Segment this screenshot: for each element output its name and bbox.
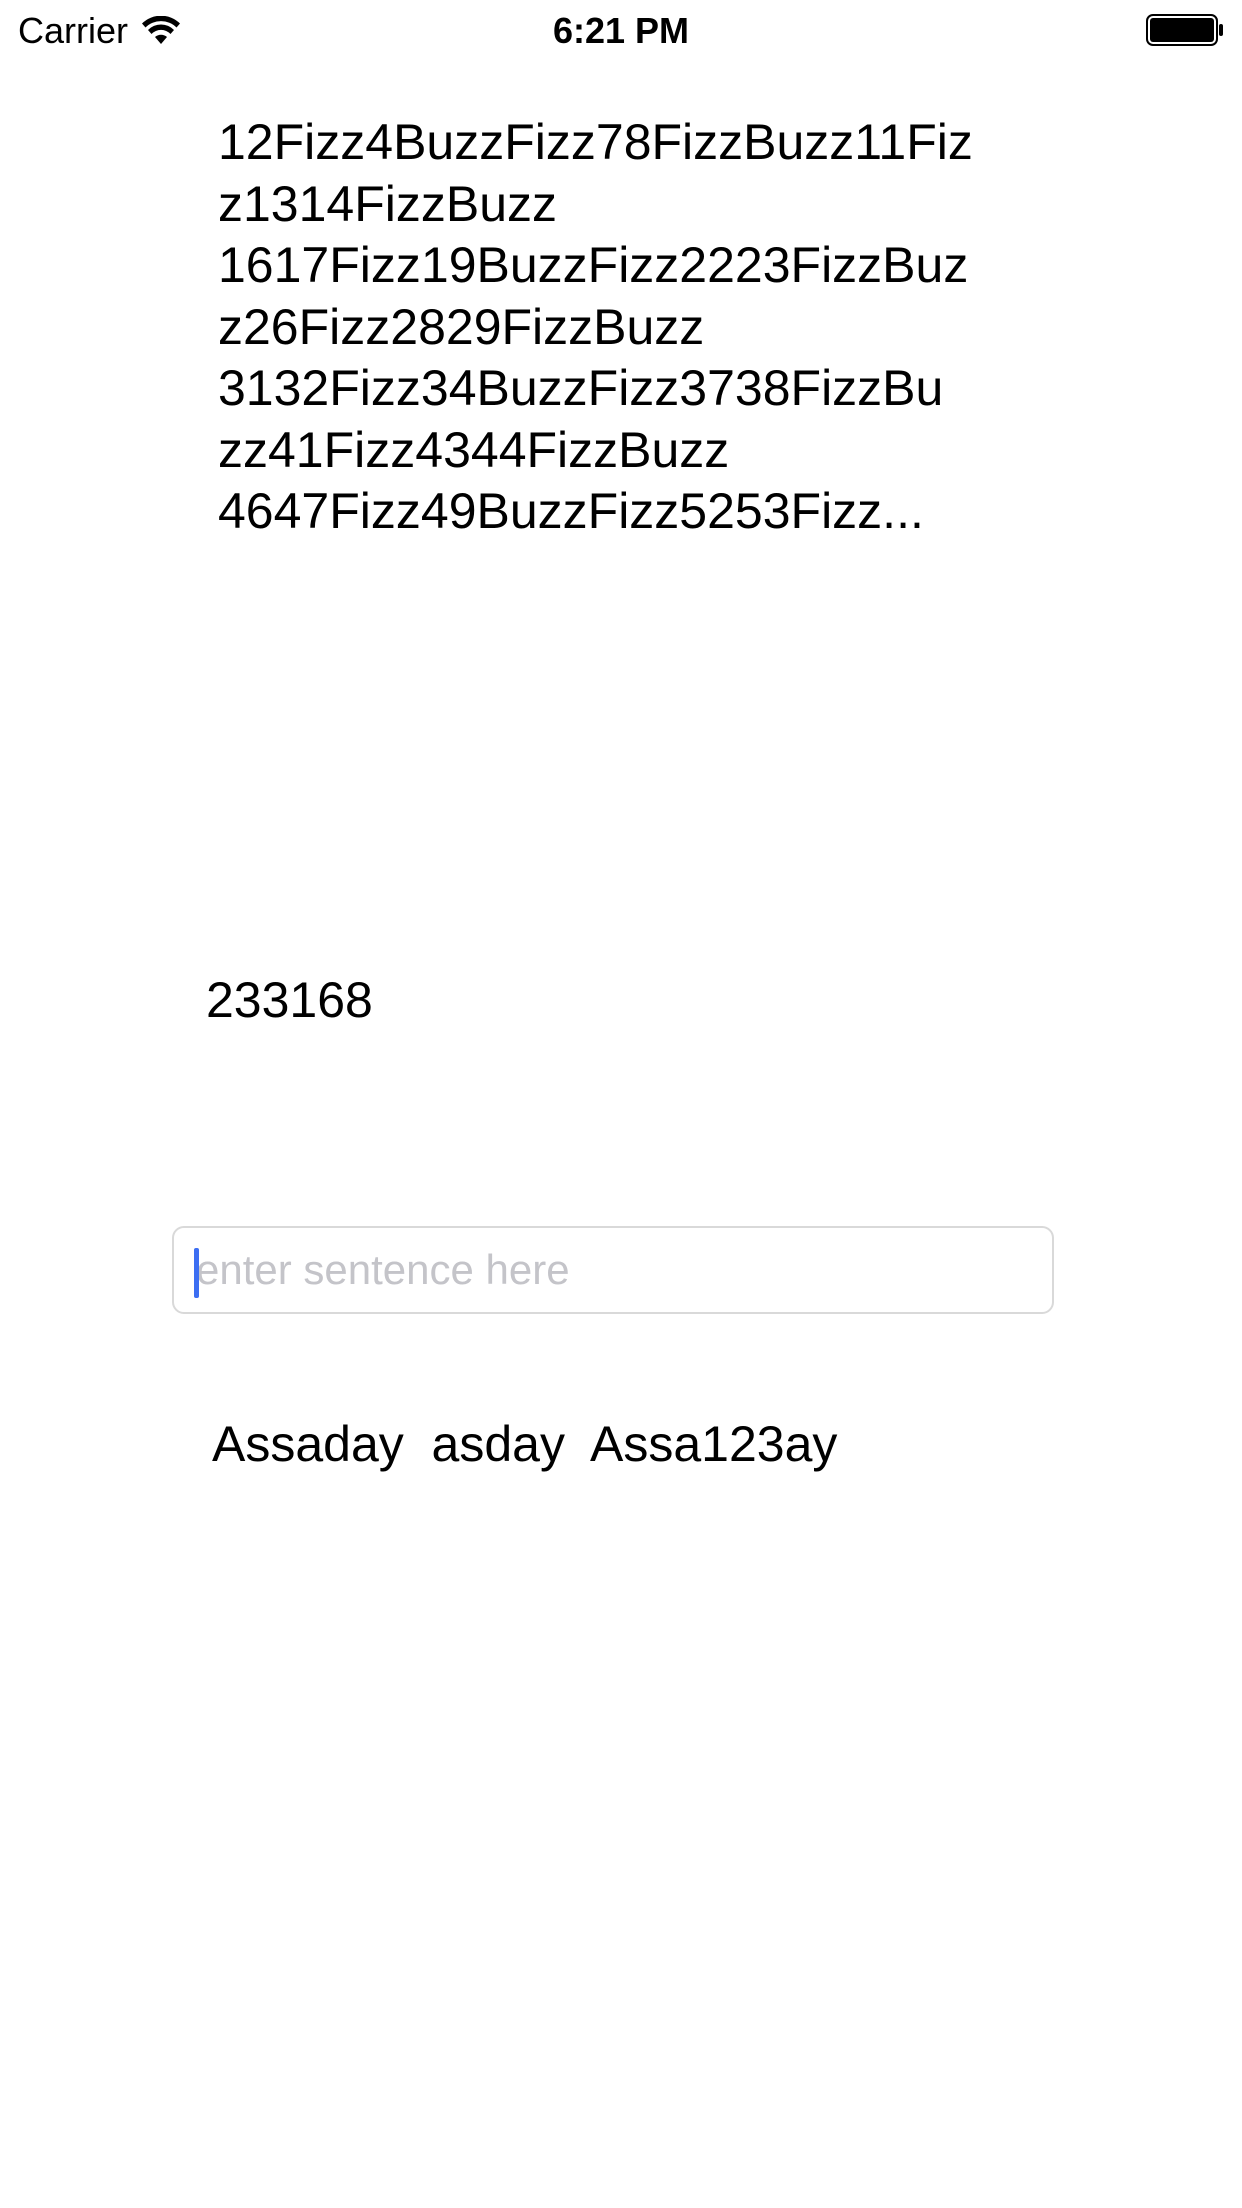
battery-icon <box>1146 14 1223 46</box>
status-time: 6:21 PM <box>552 10 690 51</box>
sum-result-label: 233168 <box>206 972 373 1028</box>
fizzbuzz-output-label: 12Fizz4BuzzFizz78FizzBuzz11Fiz z1314Fizz… <box>218 114 973 539</box>
status-bar: Carrier 6:21 PM <box>0 0 1242 60</box>
text-cursor <box>194 1248 199 1298</box>
sentence-text-field[interactable] <box>172 1226 1054 1314</box>
sentence-input[interactable] <box>194 1228 1036 1312</box>
pig-latin-output-label: Assaday asday Assa123ay <box>212 1416 838 1472</box>
